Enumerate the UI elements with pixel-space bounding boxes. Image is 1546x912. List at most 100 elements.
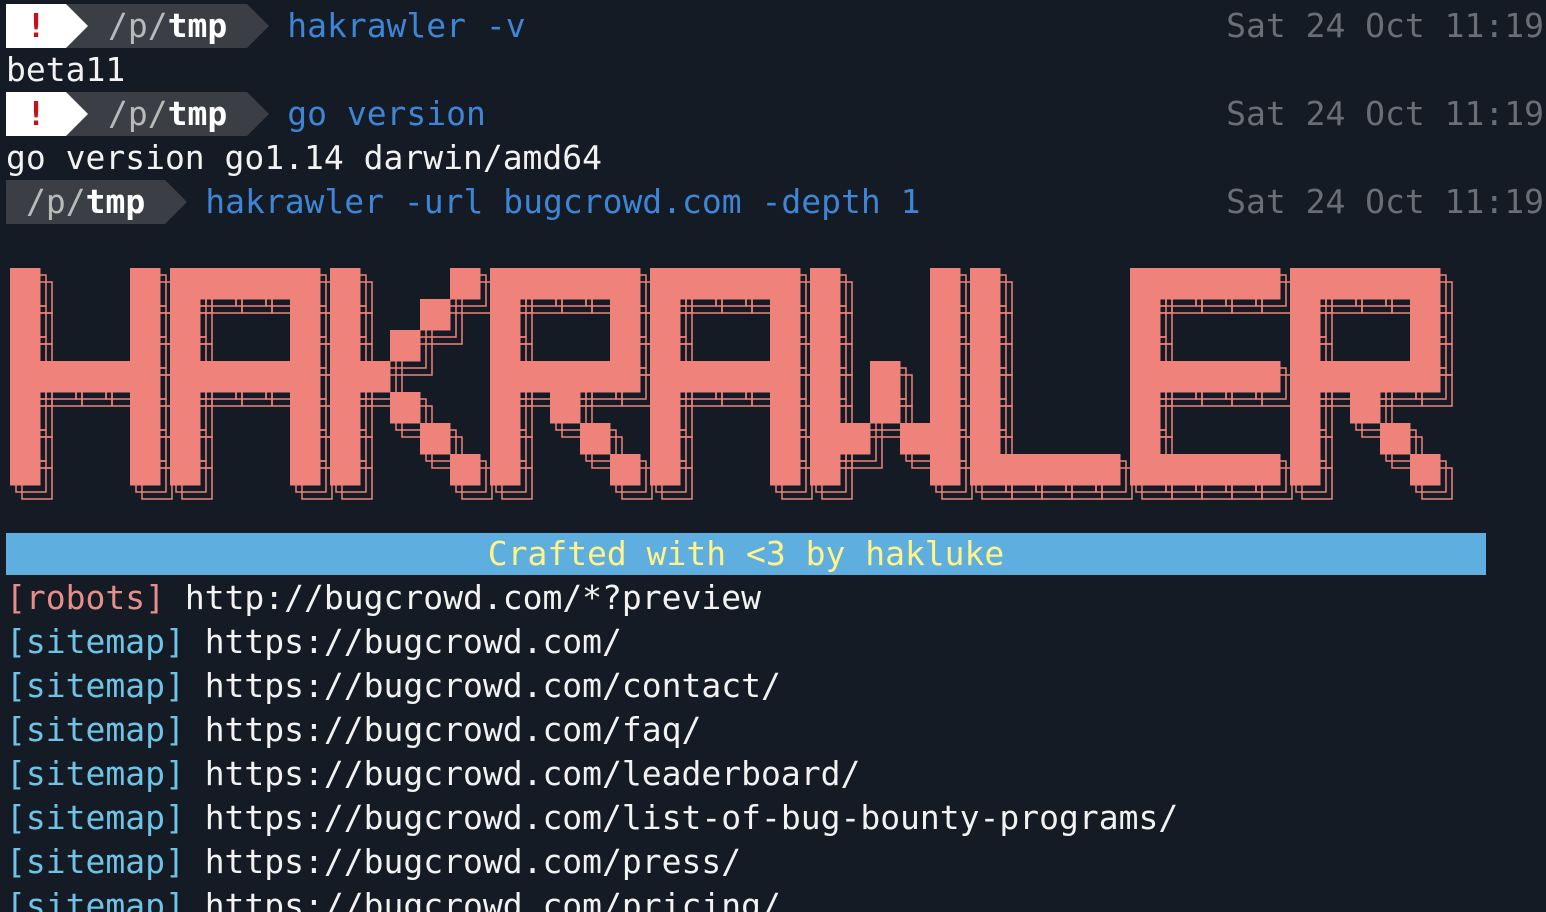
banner-fill-cell xyxy=(1000,454,1031,486)
banner-letter-k xyxy=(330,268,493,500)
banner-fill-cell xyxy=(1160,268,1191,300)
result-tag: [sitemap] xyxy=(6,842,185,881)
banner-fill-cell xyxy=(330,392,361,424)
banner-fill-cell xyxy=(230,361,261,393)
banner-fill-cell xyxy=(840,423,871,455)
banner-fill-cell xyxy=(170,423,201,455)
result-row: [sitemap] https://bugcrowd.com/press/ xyxy=(6,840,741,884)
banner-fill-cell xyxy=(1290,299,1321,331)
result-tag: [sitemap] xyxy=(6,622,185,661)
banner-fill-cell xyxy=(1410,299,1441,331)
banner-fill-cell xyxy=(610,299,641,331)
banner-fill-cell xyxy=(650,330,681,362)
banner-fill-cell xyxy=(1380,361,1411,393)
path-prefix: /p/ xyxy=(108,94,168,133)
result-url: https://bugcrowd.com/faq/ xyxy=(204,710,702,749)
banner-fill-cell xyxy=(770,361,801,393)
banner-fill-cell xyxy=(810,392,841,424)
banner-fill-cell xyxy=(200,361,231,393)
prompt-timestamp: Sat 24 Oct 11:19 xyxy=(1226,94,1544,133)
banner-fill-cell xyxy=(1290,361,1321,393)
banner-fill-cell xyxy=(930,299,961,331)
banner-fill-cell xyxy=(290,268,321,300)
result-row: [robots] http://bugcrowd.com/*?preview xyxy=(6,576,761,620)
banner-fill-cell xyxy=(680,268,711,300)
banner-fill-cell xyxy=(680,361,711,393)
banner-fill-cell xyxy=(810,454,841,486)
prompt-path: /p/tmp xyxy=(6,180,188,224)
banner-fill-cell xyxy=(1410,268,1441,300)
banner-fill-cell xyxy=(810,268,841,300)
banner-letter-a xyxy=(170,268,333,500)
result-row: [sitemap] https://bugcrowd.com/faq/ xyxy=(6,708,701,752)
result-row: [sitemap] https://bugcrowd.com/pricing/ xyxy=(6,884,781,912)
banner-fill-cell xyxy=(260,268,291,300)
banner-fill-cell xyxy=(170,330,201,362)
prompt-timestamp: Sat 24 Oct 11:19 xyxy=(1226,182,1544,221)
banner-fill-cell xyxy=(930,330,961,362)
banner-tagline: Crafted with <3 by hakluke xyxy=(6,533,1486,575)
banner-fill-cell xyxy=(970,330,1001,362)
banner-fill-cell xyxy=(1130,361,1161,393)
banner-fill-cell xyxy=(770,268,801,300)
banner-fill-cell xyxy=(740,361,771,393)
result-tag: [sitemap] xyxy=(6,798,185,837)
banner-fill-cell xyxy=(1190,361,1221,393)
result-url: https://bugcrowd.com/list-of-bug-bounty-… xyxy=(204,798,1179,837)
result-url: https://bugcrowd.com/leaderboard/ xyxy=(204,754,861,793)
command-text: hakrawler -v xyxy=(287,6,526,45)
result-url: https://bugcrowd.com/press/ xyxy=(204,842,742,881)
banner-fill-cell xyxy=(550,268,581,300)
banner-fill-cell xyxy=(650,392,681,424)
banner-fill-cell xyxy=(1290,268,1321,300)
banner-fill-cell xyxy=(650,423,681,455)
banner-fill-cell xyxy=(290,330,321,362)
banner-fill-cell xyxy=(580,268,611,300)
path-prefix: /p/ xyxy=(108,6,168,45)
banner-letter-r xyxy=(1290,268,1453,500)
banner-fill-cell xyxy=(930,454,961,486)
path-dir: tmp xyxy=(167,94,228,133)
banner-fill-cell xyxy=(970,299,1001,331)
banner-fill-cell xyxy=(1290,392,1321,424)
prompt-line: /p/tmp hakrawler -url bugcrowd.com -dept… xyxy=(6,180,920,224)
banner-fill-cell xyxy=(290,361,321,393)
banner-fill-cell xyxy=(10,299,41,331)
banner-fill-cell xyxy=(40,361,71,393)
banner-fill-cell xyxy=(770,454,801,486)
banner-fill-cell xyxy=(900,423,931,455)
banner-fill-cell xyxy=(490,423,521,455)
banner-fill-cell xyxy=(550,392,581,424)
banner-fill-cell xyxy=(290,299,321,331)
banner-fill-cell xyxy=(580,423,611,455)
banner-fill-cell xyxy=(810,423,841,455)
banner-fill-cell xyxy=(650,268,681,300)
banner-fill-cell xyxy=(1350,392,1381,424)
banner-fill-cell xyxy=(650,454,681,486)
banner-fill-cell xyxy=(330,454,361,486)
banner-fill-cell xyxy=(1380,423,1411,455)
banner-fill-cell xyxy=(330,268,361,300)
banner-fill-cell xyxy=(170,454,201,486)
path-dir: tmp xyxy=(167,6,228,45)
banner-fill-cell xyxy=(1320,268,1351,300)
banner-fill-cell xyxy=(420,423,451,455)
banner-fill-cell xyxy=(710,361,741,393)
banner-fill-cell xyxy=(650,361,681,393)
banner-fill-cell xyxy=(1130,299,1161,331)
banner-fill-cell xyxy=(1220,361,1251,393)
banner-fill-cell xyxy=(1160,361,1191,393)
banner-fill-cell xyxy=(810,361,841,393)
banner-fill-cell xyxy=(1130,268,1161,300)
banner-fill-cell xyxy=(1290,423,1321,455)
banner-fill-cell xyxy=(1290,454,1321,486)
banner-fill-cell xyxy=(520,361,551,393)
banner-fill-cell xyxy=(610,268,641,300)
banner-fill-cell xyxy=(610,330,641,362)
banner-fill-cell xyxy=(130,361,161,393)
banner-fill-cell xyxy=(490,392,521,424)
banner-fill-cell xyxy=(100,361,131,393)
result-tag: [sitemap] xyxy=(6,666,185,705)
banner-fill-cell xyxy=(770,392,801,424)
banner-fill-cell xyxy=(550,361,581,393)
